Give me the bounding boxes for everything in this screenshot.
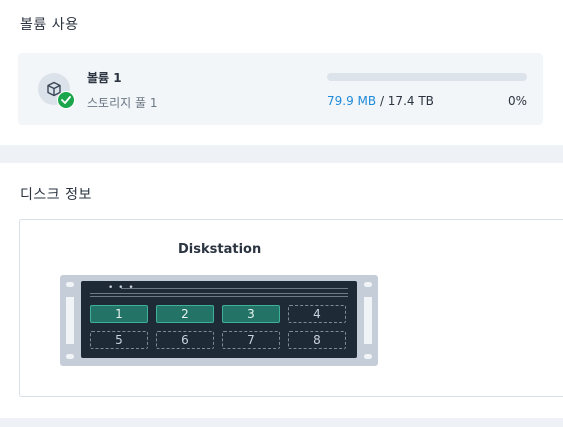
nas-front-panel: • • • 1234 5678	[81, 281, 357, 358]
drive-bay-8[interactable]: 8	[288, 331, 346, 349]
drive-bay-7[interactable]: 7	[222, 331, 280, 349]
volume-total-size: 17.4 TB	[387, 94, 434, 108]
drive-bay-2[interactable]: 2	[156, 305, 214, 323]
device-name: Diskstation	[178, 242, 262, 257]
rack-ear-left	[65, 280, 75, 361]
drive-bay-3[interactable]: 3	[222, 305, 280, 323]
volume-usage-bar	[327, 73, 527, 81]
volume-used-size: 79.9 MB	[327, 94, 377, 108]
rack-ear-right	[363, 280, 373, 361]
drive-bay-1[interactable]: 1	[90, 305, 148, 323]
volume-usage-percent: 0%	[507, 94, 527, 108]
status-led-indicator: • • •	[108, 283, 135, 293]
drive-bay-4[interactable]: 4	[288, 305, 346, 323]
volume-usage-separator: /	[376, 94, 388, 108]
volume-name: 볼륨 1	[87, 71, 122, 85]
drive-bay-5[interactable]: 5	[90, 331, 148, 349]
volume-card[interactable]: 볼륨 1 스토리지 풀 1 79.9 MB / 17.4 TB 0%	[18, 53, 543, 125]
volume-usage-text: 79.9 MB / 17.4 TB	[327, 94, 434, 108]
healthy-check-icon	[57, 91, 75, 109]
volume-usage-panel: 볼륨 사용 볼륨 1 스토리지 풀 1 79.9 MB / 17.4 TB 0%	[0, 0, 563, 145]
drive-bay-6[interactable]: 6	[156, 331, 214, 349]
volume-pool-label: 스토리지 풀 1	[87, 96, 158, 110]
volume-usage-title: 볼륨 사용	[20, 17, 79, 33]
nas-chassis: • • • 1234 5678	[60, 275, 378, 366]
disk-info-title: 디스크 정보	[20, 187, 92, 203]
